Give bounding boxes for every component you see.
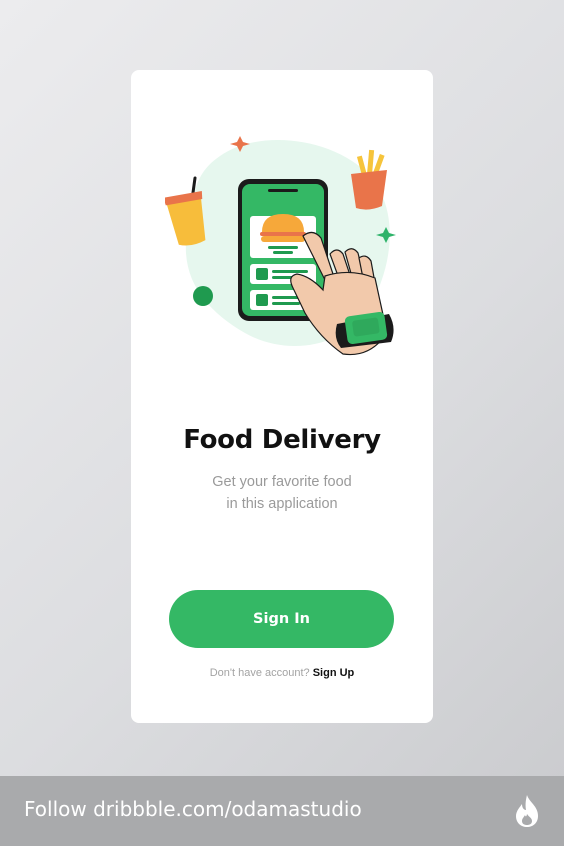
no-account-text: Don't have account? (209, 667, 310, 679)
dribbble-flame-icon[interactable] (511, 793, 543, 829)
sign-in-button[interactable]: Sign In (169, 590, 394, 648)
subtitle-line: in this application (226, 496, 338, 512)
subtitle: Get your favorite food in this applicati… (131, 471, 433, 515)
fries-icon (351, 149, 387, 210)
onboarding-card: Food Delivery Get your favorite food in … (131, 70, 433, 723)
follow-text[interactable]: Follow dribbble.com/odamastudio (24, 797, 362, 821)
footer-bar: Follow dribbble.com/odamastudio (0, 776, 564, 846)
subtitle-line: Get your favorite food (212, 474, 352, 490)
page-title: Food Delivery (183, 425, 381, 455)
sign-up-link[interactable]: Sign Up (313, 667, 355, 679)
food-delivery-illustration (165, 136, 396, 356)
decor-dot (193, 286, 213, 306)
signup-prompt: Don't have account? Sign Up (131, 667, 433, 679)
